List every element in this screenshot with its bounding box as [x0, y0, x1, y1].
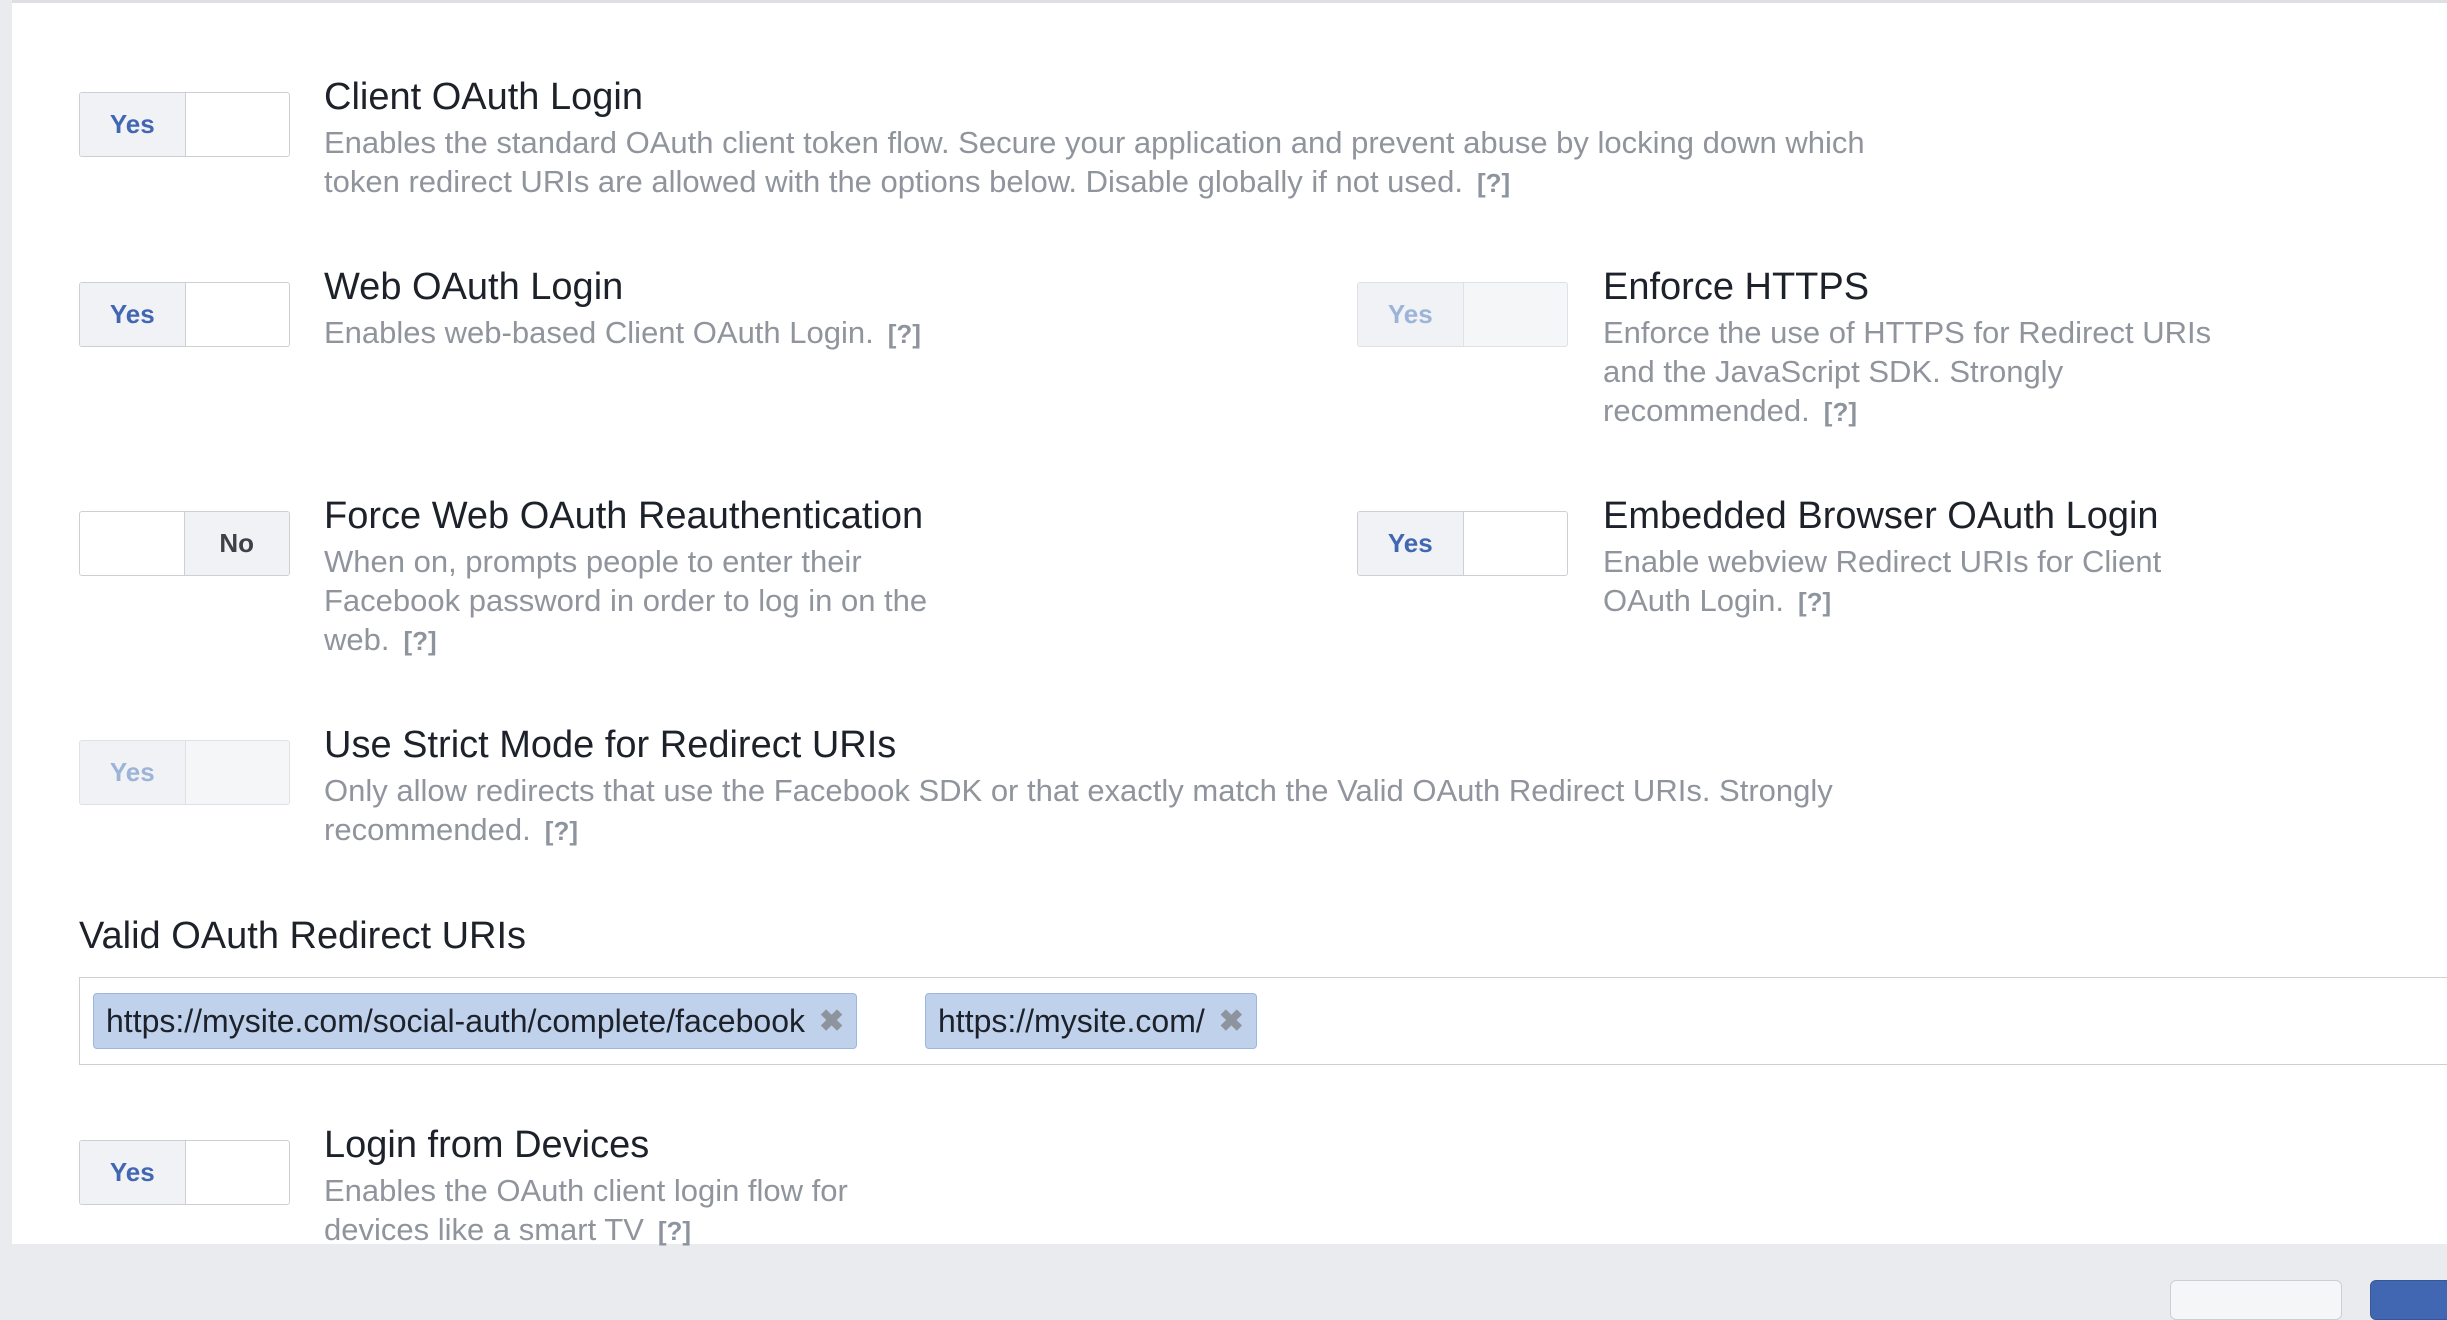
web-oauth-setting: Web OAuth Login Enables web-based Client…	[324, 265, 1024, 354]
redirect-uris-input[interactable]: https://mysite.com/social-auth/complete/…	[79, 977, 2447, 1065]
setting-description: Enables web-based Client OAuth Login. [?]	[324, 313, 1024, 354]
toggle-yes-label: Yes	[1358, 512, 1464, 575]
help-icon[interactable]: [?]	[1477, 168, 1510, 198]
help-icon[interactable]: [?]	[1824, 397, 1857, 427]
settings-panel: Yes Client OAuth Login Enables the stand…	[12, 0, 2447, 1247]
setting-title: Use Strict Mode for Redirect URIs	[324, 724, 897, 766]
setting-description: Enforce the use of HTTPS for Redirect UR…	[1603, 313, 2243, 432]
help-icon[interactable]: [?]	[658, 1216, 691, 1246]
enforce-https-setting: Enforce HTTPS Enforce the use of HTTPS f…	[1603, 265, 2243, 432]
setting-title: Login from Devices	[324, 1124, 650, 1166]
setting-desc-text: Enables the standard OAuth client token …	[324, 125, 1865, 199]
discard-button[interactable]	[2170, 1280, 2342, 1320]
setting-desc-text: Enable webview Redirect URIs for Client …	[1603, 544, 2162, 618]
login-devices-toggle[interactable]: Yes	[79, 1140, 290, 1205]
enforce-https-toggle[interactable]: Yes	[1357, 282, 1568, 347]
toggle-yes-label: Yes	[1358, 283, 1464, 346]
embedded-browser-setting: Embedded Browser OAuth Login Enable webv…	[1603, 494, 2303, 622]
login-devices-setting: Login from Devices Enables the OAuth cli…	[324, 1123, 944, 1251]
setting-desc-text: Enables web-based Client OAuth Login.	[324, 315, 874, 350]
setting-description: When on, prompts people to enter their F…	[324, 542, 984, 661]
uri-tag-text: https://mysite.com/	[938, 1002, 1205, 1039]
embedded-browser-toggle[interactable]: Yes	[1357, 511, 1568, 576]
toggle-yes-label: Yes	[80, 283, 186, 346]
uri-tag: https://mysite.com/social-auth/complete/…	[93, 993, 858, 1049]
force-reauth-setting: Force Web OAuth Reauthentication When on…	[324, 494, 1004, 661]
toggle-yes-label: Yes	[80, 93, 186, 156]
remove-icon[interactable]: ✖	[819, 1004, 844, 1039]
toggle-yes-label: Yes	[80, 741, 186, 804]
web-oauth-toggle[interactable]: Yes	[79, 282, 290, 347]
setting-description: Enables the OAuth client login flow for …	[324, 1171, 924, 1251]
redirect-uris-label: Valid OAuth Redirect URIs	[79, 915, 527, 957]
client-oauth-setting: Client OAuth Login Enables the standard …	[324, 75, 1904, 203]
strict-mode-setting: Use Strict Mode for Redirect URIs Only a…	[324, 723, 1934, 851]
client-oauth-toggle[interactable]: Yes	[79, 92, 290, 157]
remove-icon[interactable]: ✖	[1219, 1004, 1244, 1039]
setting-title: Web OAuth Login	[324, 266, 624, 308]
toggle-yes-label: Yes	[80, 1141, 186, 1204]
setting-title: Client OAuth Login	[324, 76, 643, 118]
uri-tag-text: https://mysite.com/social-auth/complete/…	[106, 1002, 805, 1039]
setting-desc-text: Enforce the use of HTTPS for Redirect UR…	[1603, 315, 2212, 428]
setting-title: Force Web OAuth Reauthentication	[324, 495, 924, 537]
strict-mode-toggle[interactable]: Yes	[79, 740, 290, 805]
setting-desc-text: Enables the OAuth client login flow for …	[324, 1173, 848, 1247]
save-button[interactable]	[2370, 1280, 2447, 1320]
help-icon[interactable]: [?]	[403, 626, 436, 656]
uri-tag: https://mysite.com/ ✖	[925, 993, 1257, 1049]
setting-description: Enables the standard OAuth client token …	[324, 123, 1894, 203]
help-icon[interactable]: [?]	[545, 816, 578, 846]
help-icon[interactable]: [?]	[888, 319, 921, 349]
setting-description: Enable webview Redirect URIs for Client …	[1603, 542, 2223, 622]
toggle-no-label: No	[183, 512, 289, 575]
setting-title: Embedded Browser OAuth Login	[1603, 495, 2159, 537]
setting-title: Enforce HTTPS	[1603, 266, 1870, 308]
help-icon[interactable]: [?]	[1798, 587, 1831, 617]
setting-description: Only allow redirects that use the Facebo…	[324, 771, 1924, 851]
force-reauth-toggle[interactable]: No	[79, 511, 290, 576]
